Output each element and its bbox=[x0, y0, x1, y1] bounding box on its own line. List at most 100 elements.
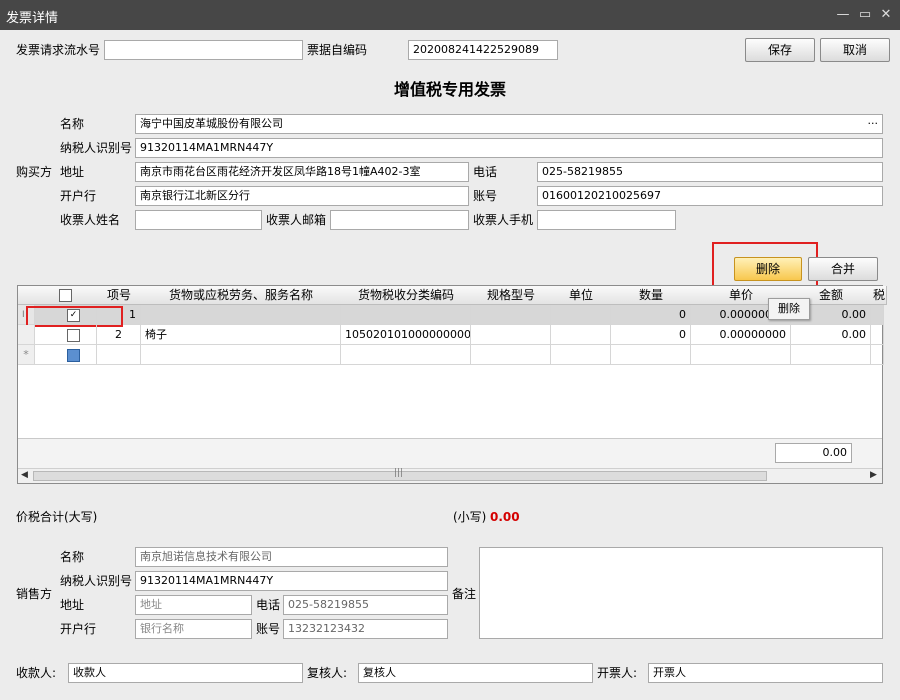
cell-tax[interactable] bbox=[871, 345, 884, 365]
seller-taxid-label: 纳税人识别号 bbox=[60, 574, 133, 588]
cell-unit[interactable] bbox=[551, 345, 611, 365]
row-header-corner bbox=[18, 286, 36, 305]
buyer-taxid-input[interactable]: 91320114MA1MRN447Y bbox=[135, 138, 883, 158]
col-header[interactable]: 单位 bbox=[551, 286, 612, 305]
remark-label: 备注 bbox=[452, 587, 477, 601]
seller-bank-input[interactable]: 银行名称 bbox=[135, 619, 252, 639]
row-checkbox[interactable] bbox=[67, 329, 80, 342]
cell-qty[interactable]: 0 bbox=[611, 305, 691, 325]
select-all-checkbox[interactable] bbox=[59, 289, 72, 302]
window-titlebar: 发票详情 — ▭ ✕ bbox=[0, 0, 900, 30]
more-icon[interactable]: ··· bbox=[868, 115, 879, 133]
grid-footer bbox=[18, 438, 882, 468]
buyer-bank-label: 开户行 bbox=[60, 189, 97, 203]
merge-button[interactable]: 合并 bbox=[808, 257, 878, 281]
col-header[interactable]: 货物或应税劳务、服务名称 bbox=[141, 286, 342, 305]
cell-no[interactable]: 2 bbox=[97, 325, 141, 345]
buyer-account-label: 账号 bbox=[473, 189, 498, 203]
buyer-section-label: 购买方 bbox=[16, 165, 53, 179]
row-marker bbox=[18, 325, 35, 345]
seller-phone-input[interactable]: 025-58219855 bbox=[283, 595, 448, 615]
cell-spec[interactable] bbox=[471, 325, 551, 345]
cell-amount[interactable] bbox=[791, 345, 871, 365]
seller-account-input[interactable]: 13232123432 bbox=[283, 619, 448, 639]
buyer-name-label: 名称 bbox=[60, 117, 85, 131]
cell-unit[interactable] bbox=[551, 305, 611, 325]
cell-price[interactable]: 0.00000000 bbox=[691, 325, 791, 345]
invoice-title: 增值税专用发票 bbox=[393, 80, 506, 99]
cell-code[interactable] bbox=[341, 345, 471, 365]
items-grid: 项号 货物或应税劳务、服务名称 货物税收分类编码 规格型号 单位 数量 单价 金… bbox=[17, 285, 887, 484]
seller-phone-label: 电话 bbox=[256, 598, 281, 612]
cell-qty[interactable] bbox=[611, 345, 691, 365]
row-check-cell[interactable] bbox=[35, 345, 97, 365]
cell-code[interactable]: 1050201010000000000 bbox=[341, 325, 471, 345]
scroll-right-icon[interactable]: ▶ bbox=[870, 470, 877, 480]
maximize-icon[interactable]: ▭ bbox=[856, 6, 874, 24]
col-header[interactable]: 项号 bbox=[97, 286, 142, 305]
cell-spec[interactable] bbox=[471, 305, 551, 325]
new-row-marker: * bbox=[18, 345, 35, 365]
buyer-account-input[interactable]: 01600120210025697 bbox=[537, 186, 883, 206]
cell-unit[interactable] bbox=[551, 325, 611, 345]
cell-no[interactable] bbox=[97, 345, 141, 365]
buyer-name-input[interactable]: 海宁中国皮革城股份有限公司 ··· bbox=[135, 114, 883, 134]
col-header[interactable]: 货物税收分类编码 bbox=[341, 286, 472, 305]
receiver-name-input[interactable] bbox=[135, 210, 262, 230]
seller-account-label: 账号 bbox=[256, 622, 281, 636]
select-all-header[interactable] bbox=[35, 286, 98, 305]
seller-name-input[interactable]: 南京旭诺信息技术有限公司 bbox=[135, 547, 448, 567]
seller-bank-label: 开户行 bbox=[60, 622, 97, 636]
payee-input[interactable]: 收款人 bbox=[68, 663, 303, 683]
cell-qty[interactable]: 0 bbox=[611, 325, 691, 345]
buyer-bank-input[interactable]: 南京银行江北新区分行 bbox=[135, 186, 469, 206]
seller-address-input[interactable]: 地址 bbox=[135, 595, 252, 615]
buyer-name-value: 海宁中国皮革城股份有限公司 bbox=[140, 117, 283, 130]
minimize-icon[interactable]: — bbox=[834, 6, 852, 24]
delete-tooltip: 删除 bbox=[768, 298, 810, 320]
cancel-button[interactable]: 取消 bbox=[820, 38, 890, 62]
code-input[interactable]: 202008241422529089 bbox=[408, 40, 558, 60]
buyer-phone-input[interactable]: 025-58219855 bbox=[537, 162, 883, 182]
seller-taxid-input[interactable]: 91320114MA1MRN447Y bbox=[135, 571, 448, 591]
remark-textarea[interactable] bbox=[479, 547, 883, 639]
reviewer-label: 复核人: bbox=[307, 666, 348, 680]
row-highlight-box bbox=[26, 306, 123, 327]
cell-name[interactable] bbox=[141, 345, 341, 365]
cell-tax[interactable] bbox=[871, 305, 884, 325]
cell-tax[interactable] bbox=[871, 325, 884, 345]
total-upper-label: 价税合计(大写) bbox=[16, 510, 98, 524]
buyer-phone-label: 电话 bbox=[473, 165, 498, 179]
close-icon[interactable]: ✕ bbox=[877, 6, 895, 24]
total-amount: 0.00 bbox=[775, 443, 852, 463]
drawer-input[interactable]: 开票人 bbox=[648, 663, 883, 683]
serial-input[interactable] bbox=[104, 40, 303, 60]
reviewer-input[interactable]: 复核人 bbox=[358, 663, 593, 683]
save-button[interactable]: 保存 bbox=[745, 38, 815, 62]
receiver-phone-label: 收票人手机 bbox=[473, 213, 534, 227]
new-row-checkbox[interactable] bbox=[67, 349, 80, 362]
col-header[interactable]: 规格型号 bbox=[471, 286, 552, 305]
cell-code[interactable] bbox=[341, 305, 471, 325]
delete-button[interactable]: 删除 bbox=[734, 257, 802, 281]
scrollbar-thumb[interactable]: ||| bbox=[33, 468, 767, 481]
cell-name[interactable]: 椅子 bbox=[141, 325, 341, 345]
receiver-email-input[interactable] bbox=[330, 210, 469, 230]
total-lower-label: (小写) bbox=[453, 510, 487, 524]
cell-price[interactable] bbox=[691, 345, 791, 365]
col-header[interactable]: 数量 bbox=[611, 286, 692, 305]
horizontal-scrollbar[interactable]: ◀ ||| ▶ bbox=[18, 468, 882, 483]
buyer-address-label: 地址 bbox=[60, 165, 85, 179]
buyer-taxid-label: 纳税人识别号 bbox=[60, 141, 133, 155]
cell-name[interactable] bbox=[141, 305, 341, 325]
seller-address-label: 地址 bbox=[60, 598, 85, 612]
col-header[interactable]: 税 bbox=[871, 286, 887, 305]
cell-amount[interactable]: 0.00 bbox=[791, 325, 871, 345]
scroll-left-icon[interactable]: ◀ bbox=[21, 470, 28, 480]
drawer-label: 开票人: bbox=[597, 666, 638, 680]
receiver-phone-input[interactable] bbox=[537, 210, 676, 230]
serial-label: 发票请求流水号 bbox=[16, 43, 101, 57]
row-check-cell[interactable] bbox=[35, 325, 97, 345]
cell-spec[interactable] bbox=[471, 345, 551, 365]
buyer-address-input[interactable]: 南京市雨花台区雨花经济开发区凤华路18号1幢A402-3室 bbox=[135, 162, 469, 182]
